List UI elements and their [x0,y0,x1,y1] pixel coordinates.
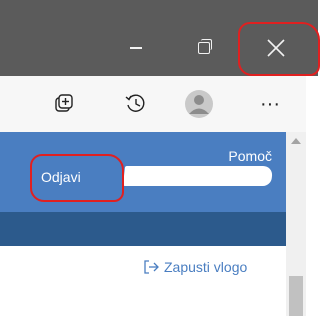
scrollbar-thumb[interactable] [289,276,303,316]
profile-avatar-icon [185,90,213,118]
window-edge [306,76,318,316]
scroll-up-arrow-icon[interactable] [291,138,301,144]
more-options-button[interactable]: ··· [258,90,282,118]
collections-button[interactable] [50,90,78,118]
minimize-icon [130,47,142,49]
exit-arrow-icon [144,260,159,274]
close-button[interactable] [246,30,306,66]
site-header-banner: Pomoč Odjavi [0,132,286,212]
history-icon [125,94,145,112]
help-link[interactable]: Pomoč [228,148,272,164]
profile-button[interactable] [184,89,214,119]
page-scrollbar[interactable] [286,132,306,316]
launch-role-label: Zapusti vlogo [164,259,248,275]
window-titlebar [0,0,320,76]
launch-role-link[interactable]: Zapusti vlogo [142,257,247,277]
collections-icon [55,94,73,112]
restore-icon [198,39,212,54]
restore-button[interactable] [186,30,222,66]
navigation-band [0,212,286,246]
browser-toolbar: ··· [0,76,318,133]
redacted-username [122,166,274,186]
logout-link[interactable]: Odjavi [41,169,81,185]
close-icon [267,39,285,57]
minimize-button[interactable] [118,30,154,66]
history-button[interactable] [122,90,150,118]
